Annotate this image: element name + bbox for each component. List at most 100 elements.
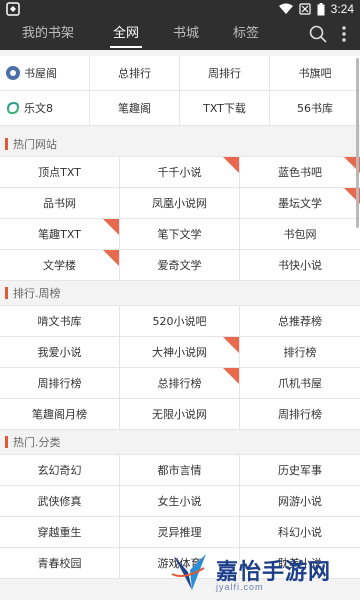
ranking-item[interactable]: 我爱小说 [0, 337, 120, 368]
ranking-item-label: 大神小说网 [152, 346, 207, 359]
category-item-label: 耽美小说 [278, 557, 322, 570]
source-link[interactable]: 书旗吧 [270, 56, 360, 91]
shuwuge-logo-icon [6, 66, 20, 80]
category-item[interactable]: 武侠修真 [0, 486, 120, 517]
main-content[interactable]: 书屋阁 总排行 周排行 书旗吧 乐文8 笔趣阁 TXT下载 56书库 热门网站 … [0, 50, 360, 600]
ranking-item[interactable]: 总排行榜 [120, 368, 240, 399]
source-link[interactable]: 56书库 [270, 91, 360, 126]
source-lewen8[interactable]: 乐文8 [0, 91, 90, 126]
categories-grid: 玄幻奇幻 都市言情 历史军事 武侠修真 女生小说 网游小说 穿越重生 灵异推理 … [0, 454, 360, 579]
app-notification-icon [6, 2, 20, 16]
source-label: 乐文8 [24, 102, 53, 115]
section-accent-bar [5, 138, 8, 150]
category-item-label: 穿越重生 [37, 526, 82, 539]
category-item-label: 女生小说 [157, 495, 202, 508]
ranking-item-label: 周排行榜 [37, 377, 82, 390]
source-link[interactable]: 周排行 [180, 56, 270, 91]
source-label: 书屋阁 [24, 67, 57, 80]
category-item[interactable]: 科幻小说 [240, 517, 360, 548]
ranking-item[interactable]: 总推荐榜 [240, 306, 360, 337]
section-title: 热门.分类 [13, 436, 61, 449]
category-item[interactable]: 玄幻奇幻 [0, 455, 120, 486]
section-accent-bar [5, 436, 8, 448]
battery-icon [317, 2, 325, 15]
ranking-item[interactable]: 大神小说网 [120, 337, 240, 368]
site-item-label: 蓝色书吧 [278, 166, 322, 179]
new-tag-icon [223, 157, 239, 173]
section-header-hot-sites: 热门网站 [0, 132, 360, 156]
ranking-item-label: 无限小说网 [152, 408, 207, 421]
category-item[interactable]: 灵异推理 [120, 517, 240, 548]
ranking-item[interactable]: 爪机书屋 [240, 368, 360, 399]
section-header-rankings: 排行.周榜 [0, 281, 360, 305]
site-item[interactable]: 凤凰小说网 [120, 188, 240, 219]
site-item-label: 笔下文学 [157, 228, 202, 241]
category-item[interactable]: 游戏体育 [120, 548, 240, 579]
search-icon[interactable] [308, 24, 328, 44]
category-item-label: 灵异推理 [157, 526, 202, 539]
top-tab-bar: 我的书架 全网 书城 标签 [0, 18, 360, 50]
lewen8-logo-icon [7, 101, 19, 115]
site-item-label: 凤凰小说网 [152, 197, 207, 210]
tab-tags[interactable]: 标签 [216, 18, 276, 50]
wifi-icon [278, 3, 293, 14]
source-shuwuge[interactable]: 书屋阁 [0, 56, 90, 91]
site-item[interactable]: 品书网 [0, 188, 120, 219]
site-item[interactable]: 蓝色书吧 [240, 157, 360, 188]
site-item-label: 品书网 [43, 197, 76, 210]
category-item[interactable]: 历史军事 [240, 455, 360, 486]
more-menu-icon[interactable] [334, 24, 354, 44]
site-item[interactable]: 千千小说 [120, 157, 240, 188]
category-item[interactable]: 都市言情 [120, 455, 240, 486]
ranking-item[interactable]: 周排行榜 [0, 368, 120, 399]
site-item[interactable]: 顶点TXT [0, 157, 120, 188]
status-time: 3:24 [330, 2, 354, 16]
source-link[interactable]: 笔趣阁 [90, 91, 180, 126]
ranking-item-label: 520小说吧 [152, 315, 207, 328]
ranking-item[interactable]: 笔趣阁月榜 [0, 399, 120, 430]
ranking-item[interactable]: 啃文书库 [0, 306, 120, 337]
site-item[interactable]: 文学楼 [0, 250, 120, 281]
ranking-item[interactable]: 520小说吧 [120, 306, 240, 337]
status-bar: 3:24 [0, 0, 360, 18]
ranking-item[interactable]: 排行榜 [240, 337, 360, 368]
section-accent-bar [5, 287, 8, 299]
new-tag-icon [223, 337, 239, 353]
category-item[interactable]: 耽美小说 [240, 548, 360, 579]
site-item[interactable]: 墨坛文学 [240, 188, 360, 219]
tab-bookshelf[interactable]: 我的书架 [18, 18, 78, 50]
ranking-item[interactable]: 周排行榜 [240, 399, 360, 430]
ranking-item-label: 周排行榜 [278, 408, 322, 421]
scrollbar[interactable] [356, 58, 359, 228]
new-tag-icon [103, 250, 119, 266]
site-item[interactable]: 书快小说 [240, 250, 360, 281]
category-item-label: 网游小说 [278, 495, 322, 508]
site-item[interactable]: 笔下文学 [120, 219, 240, 250]
new-tag-icon [103, 219, 119, 235]
no-sim-icon [299, 3, 311, 15]
tab-all-web[interactable]: 全网 [96, 18, 156, 50]
site-item-label: 顶点TXT [38, 166, 81, 179]
ranking-item-label: 爪机书屋 [278, 377, 322, 390]
ranking-item-label: 笔趣阁月榜 [32, 408, 87, 421]
category-item[interactable]: 女生小说 [120, 486, 240, 517]
source-link[interactable]: TXT下载 [180, 91, 270, 126]
ranking-item-label: 排行榜 [283, 346, 317, 359]
ranking-item-label: 我爱小说 [37, 346, 82, 359]
category-item[interactable]: 穿越重生 [0, 517, 120, 548]
source-link[interactable]: 总排行 [90, 56, 180, 91]
category-item-label: 玄幻奇幻 [37, 464, 82, 477]
category-item[interactable]: 网游小说 [240, 486, 360, 517]
category-item-label: 游戏体育 [157, 557, 202, 570]
site-item[interactable]: 爱奇文学 [120, 250, 240, 281]
tab-bookstore[interactable]: 书城 [156, 18, 216, 50]
site-item[interactable]: 书包网 [240, 219, 360, 250]
rankings-grid: 啃文书库 520小说吧 总推荐榜 我爱小说 大神小说网 排行榜 周排行榜 总排行… [0, 305, 360, 430]
category-item-label: 武侠修真 [37, 495, 82, 508]
hot-sites-grid: 顶点TXT 千千小说 蓝色书吧 品书网 凤凰小说网 墨坛文学 笔趣TXT 笔下文… [0, 156, 360, 281]
category-item[interactable]: 青春校园 [0, 548, 120, 579]
category-item-label: 都市言情 [157, 464, 202, 477]
ranking-item-label: 总排行榜 [157, 377, 202, 390]
site-item[interactable]: 笔趣TXT [0, 219, 120, 250]
ranking-item[interactable]: 无限小说网 [120, 399, 240, 430]
